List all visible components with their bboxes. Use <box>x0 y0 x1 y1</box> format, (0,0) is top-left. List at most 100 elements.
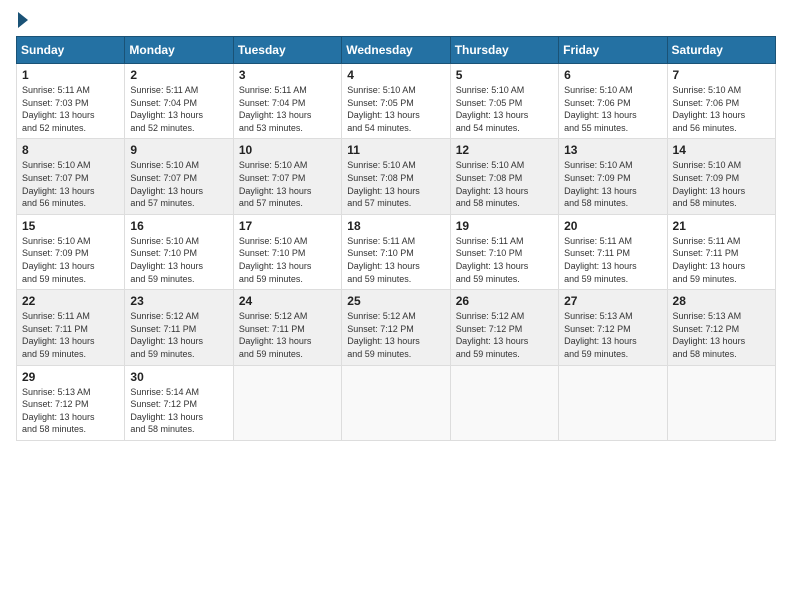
logo <box>16 16 30 28</box>
calendar-cell: 3 Sunrise: 5:11 AMSunset: 7:04 PMDaylight… <box>233 64 341 139</box>
calendar-week-3: 15 Sunrise: 5:10 AMSunset: 7:09 PMDayligh… <box>17 214 776 289</box>
day-number: 21 <box>673 219 770 233</box>
calendar-cell <box>342 365 450 440</box>
calendar-cell: 1 Sunrise: 5:11 AMSunset: 7:03 PMDaylight… <box>17 64 125 139</box>
day-info: Sunrise: 5:11 AMSunset: 7:11 PMDaylight:… <box>22 310 119 360</box>
day-number: 27 <box>564 294 661 308</box>
day-number: 22 <box>22 294 119 308</box>
day-info: Sunrise: 5:10 AMSunset: 7:09 PMDaylight:… <box>673 159 770 209</box>
calendar-header-tuesday: Tuesday <box>233 37 341 64</box>
day-number: 4 <box>347 68 444 82</box>
calendar-cell: 16 Sunrise: 5:10 AMSunset: 7:10 PMDayligh… <box>125 214 233 289</box>
day-info: Sunrise: 5:12 AMSunset: 7:11 PMDaylight:… <box>130 310 227 360</box>
day-info: Sunrise: 5:10 AMSunset: 7:10 PMDaylight:… <box>239 235 336 285</box>
calendar-header-wednesday: Wednesday <box>342 37 450 64</box>
day-number: 9 <box>130 143 227 157</box>
calendar-cell: 27 Sunrise: 5:13 AMSunset: 7:12 PMDayligh… <box>559 290 667 365</box>
calendar-cell: 4 Sunrise: 5:10 AMSunset: 7:05 PMDaylight… <box>342 64 450 139</box>
calendar-cell: 25 Sunrise: 5:12 AMSunset: 7:12 PMDayligh… <box>342 290 450 365</box>
day-number: 6 <box>564 68 661 82</box>
day-number: 28 <box>673 294 770 308</box>
calendar-cell: 22 Sunrise: 5:11 AMSunset: 7:11 PMDayligh… <box>17 290 125 365</box>
calendar-week-1: 1 Sunrise: 5:11 AMSunset: 7:03 PMDaylight… <box>17 64 776 139</box>
day-number: 10 <box>239 143 336 157</box>
calendar-cell: 30 Sunrise: 5:14 AMSunset: 7:12 PMDayligh… <box>125 365 233 440</box>
calendar-cell: 18 Sunrise: 5:11 AMSunset: 7:10 PMDayligh… <box>342 214 450 289</box>
day-number: 26 <box>456 294 553 308</box>
day-number: 25 <box>347 294 444 308</box>
calendar-cell: 9 Sunrise: 5:10 AMSunset: 7:07 PMDaylight… <box>125 139 233 214</box>
calendar-header-friday: Friday <box>559 37 667 64</box>
calendar-header-row: SundayMondayTuesdayWednesdayThursdayFrid… <box>17 37 776 64</box>
calendar-week-2: 8 Sunrise: 5:10 AMSunset: 7:07 PMDaylight… <box>17 139 776 214</box>
calendar-header-saturday: Saturday <box>667 37 775 64</box>
day-number: 29 <box>22 370 119 384</box>
day-info: Sunrise: 5:10 AMSunset: 7:08 PMDaylight:… <box>456 159 553 209</box>
day-info: Sunrise: 5:10 AMSunset: 7:06 PMDaylight:… <box>564 84 661 134</box>
day-info: Sunrise: 5:11 AMSunset: 7:03 PMDaylight:… <box>22 84 119 134</box>
day-number: 13 <box>564 143 661 157</box>
day-info: Sunrise: 5:10 AMSunset: 7:07 PMDaylight:… <box>239 159 336 209</box>
calendar-cell: 20Sunrise: 5:11 AMSunset: 7:11 PMDayligh… <box>559 214 667 289</box>
day-info: Sunrise: 5:10 AMSunset: 7:05 PMDaylight:… <box>347 84 444 134</box>
day-info: Sunrise: 5:12 AMSunset: 7:12 PMDaylight:… <box>347 310 444 360</box>
calendar-header-sunday: Sunday <box>17 37 125 64</box>
day-info: Sunrise: 5:12 AMSunset: 7:12 PMDaylight:… <box>456 310 553 360</box>
day-info: Sunrise: 5:10 AMSunset: 7:10 PMDaylight:… <box>130 235 227 285</box>
calendar-cell: 2 Sunrise: 5:11 AMSunset: 7:04 PMDaylight… <box>125 64 233 139</box>
day-number: 14 <box>673 143 770 157</box>
day-number: 7 <box>673 68 770 82</box>
day-number: 30 <box>130 370 227 384</box>
calendar-cell: 5 Sunrise: 5:10 AMSunset: 7:05 PMDaylight… <box>450 64 558 139</box>
calendar-week-5: 29 Sunrise: 5:13 AMSunset: 7:12 PMDayligh… <box>17 365 776 440</box>
day-number: 2 <box>130 68 227 82</box>
calendar-cell <box>559 365 667 440</box>
day-number: 17 <box>239 219 336 233</box>
day-info: Sunrise: 5:11 AMSunset: 7:10 PMDaylight:… <box>456 235 553 285</box>
day-number: 18 <box>347 219 444 233</box>
day-number: 11 <box>347 143 444 157</box>
day-info: Sunrise: 5:10 AMSunset: 7:08 PMDaylight:… <box>347 159 444 209</box>
calendar-cell: 12 Sunrise: 5:10 AMSunset: 7:08 PMDayligh… <box>450 139 558 214</box>
day-info: Sunrise: 5:13 AMSunset: 7:12 PMDaylight:… <box>673 310 770 360</box>
day-info: Sunrise: 5:10 AMSunset: 7:07 PMDaylight:… <box>22 159 119 209</box>
calendar-cell: 17 Sunrise: 5:10 AMSunset: 7:10 PMDayligh… <box>233 214 341 289</box>
day-number: 20 <box>564 219 661 233</box>
calendar-cell: 11 Sunrise: 5:10 AMSunset: 7:08 PMDayligh… <box>342 139 450 214</box>
day-info: Sunrise: 5:10 AMSunset: 7:07 PMDaylight:… <box>130 159 227 209</box>
day-number: 24 <box>239 294 336 308</box>
day-info: Sunrise: 5:10 AMSunset: 7:09 PMDaylight:… <box>22 235 119 285</box>
day-number: 3 <box>239 68 336 82</box>
day-info: Sunrise: 5:12 AMSunset: 7:11 PMDaylight:… <box>239 310 336 360</box>
calendar-cell: 21Sunrise: 5:11 AMSunset: 7:11 PMDayligh… <box>667 214 775 289</box>
calendar-cell: 13Sunrise: 5:10 AMSunset: 7:09 PMDayligh… <box>559 139 667 214</box>
calendar-header-monday: Monday <box>125 37 233 64</box>
day-number: 1 <box>22 68 119 82</box>
calendar-cell: 8 Sunrise: 5:10 AMSunset: 7:07 PMDaylight… <box>17 139 125 214</box>
day-info: Sunrise: 5:10 AMSunset: 7:06 PMDaylight:… <box>673 84 770 134</box>
day-info: Sunrise: 5:14 AMSunset: 7:12 PMDaylight:… <box>130 386 227 436</box>
day-number: 5 <box>456 68 553 82</box>
calendar-cell: 19Sunrise: 5:11 AMSunset: 7:10 PMDayligh… <box>450 214 558 289</box>
calendar-cell: 23Sunrise: 5:12 AMSunset: 7:11 PMDayligh… <box>125 290 233 365</box>
calendar-header-thursday: Thursday <box>450 37 558 64</box>
calendar-cell: 28 Sunrise: 5:13 AMSunset: 7:12 PMDayligh… <box>667 290 775 365</box>
calendar-cell: 24 Sunrise: 5:12 AMSunset: 7:11 PMDayligh… <box>233 290 341 365</box>
day-number: 15 <box>22 219 119 233</box>
day-number: 8 <box>22 143 119 157</box>
logo-arrow-icon <box>18 12 28 28</box>
day-info: Sunrise: 5:11 AMSunset: 7:04 PMDaylight:… <box>239 84 336 134</box>
day-info: Sunrise: 5:13 AMSunset: 7:12 PMDaylight:… <box>564 310 661 360</box>
calendar-cell: 15 Sunrise: 5:10 AMSunset: 7:09 PMDayligh… <box>17 214 125 289</box>
header <box>16 16 776 28</box>
calendar-week-4: 22 Sunrise: 5:11 AMSunset: 7:11 PMDayligh… <box>17 290 776 365</box>
day-info: Sunrise: 5:11 AMSunset: 7:10 PMDaylight:… <box>347 235 444 285</box>
day-info: Sunrise: 5:11 AMSunset: 7:04 PMDaylight:… <box>130 84 227 134</box>
calendar-table: SundayMondayTuesdayWednesdayThursdayFrid… <box>16 36 776 441</box>
day-number: 12 <box>456 143 553 157</box>
day-info: Sunrise: 5:10 AMSunset: 7:05 PMDaylight:… <box>456 84 553 134</box>
calendar-cell: 29 Sunrise: 5:13 AMSunset: 7:12 PMDayligh… <box>17 365 125 440</box>
calendar-cell: 6 Sunrise: 5:10 AMSunset: 7:06 PMDaylight… <box>559 64 667 139</box>
day-info: Sunrise: 5:13 AMSunset: 7:12 PMDaylight:… <box>22 386 119 436</box>
day-number: 16 <box>130 219 227 233</box>
